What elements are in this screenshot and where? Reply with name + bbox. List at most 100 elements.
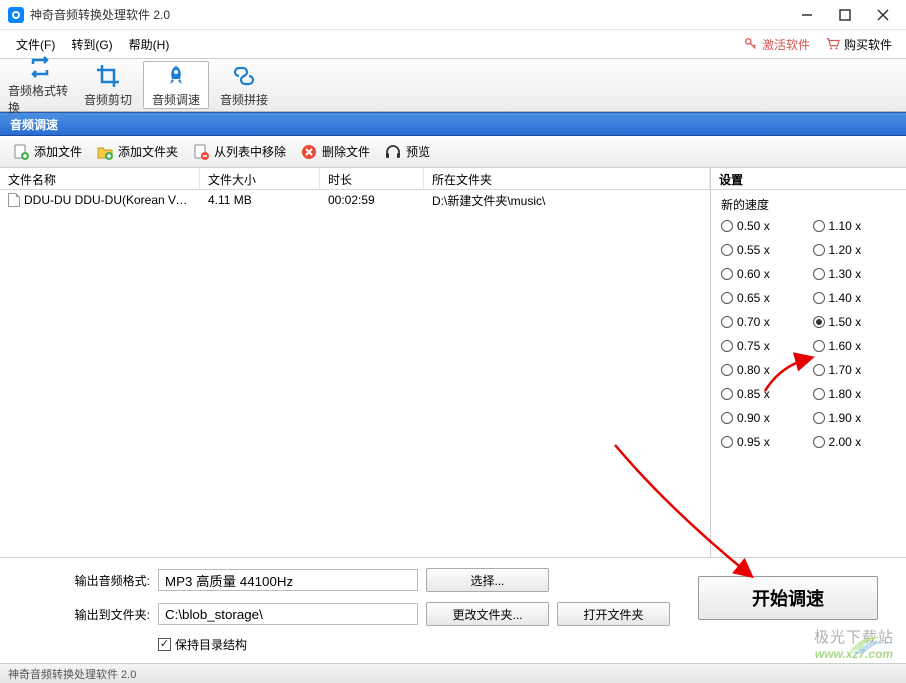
main-area: 文件名称 文件大小 时长 所在文件夹 DDU-DU DDU-DU(Korean … <box>0 168 906 663</box>
speed-value: 0.70 x <box>737 315 770 329</box>
crop-icon <box>95 63 121 89</box>
settings-header: 设置 <box>711 168 906 190</box>
add-folder-button[interactable]: 添加文件夹 <box>90 140 184 164</box>
radio-icon <box>721 244 733 256</box>
radio-icon <box>721 436 733 448</box>
speed-value: 0.80 x <box>737 363 770 377</box>
speed-value: 1.40 x <box>829 291 862 305</box>
speed-grid: 0.50 x 1.10 x 0.55 x 1.20 x 0.60 x 1.30 x 0.65… <box>721 219 896 449</box>
activate-link[interactable]: 激活软件 <box>738 34 816 55</box>
col-header-folder[interactable]: 所在文件夹 <box>424 168 710 189</box>
speed-option[interactable]: 0.80 x <box>721 363 805 377</box>
radio-icon <box>721 412 733 424</box>
speed-value: 0.85 x <box>737 387 770 401</box>
radio-icon <box>813 412 825 424</box>
start-button[interactable]: 开始调速 <box>698 576 878 620</box>
remove-from-list-button[interactable]: 从列表中移除 <box>186 140 292 164</box>
status-bar: 神奇音频转换处理软件 2.0 <box>0 663 906 683</box>
output-folder-input[interactable] <box>158 603 418 625</box>
settings-panel: 设置 新的速度 0.50 x 1.10 x 0.55 x 1.20 x 0.60 x 1.… <box>710 168 906 557</box>
speed-value: 1.50 x <box>829 315 862 329</box>
speed-value: 0.50 x <box>737 219 770 233</box>
window-controls <box>800 8 898 22</box>
speed-option[interactable]: 0.55 x <box>721 243 805 257</box>
add-file-button[interactable]: 添加文件 <box>6 140 88 164</box>
radio-icon <box>813 292 825 304</box>
speed-option[interactable]: 1.50 x <box>813 315 897 329</box>
tool-format-convert[interactable]: 音频格式转换 <box>7 61 73 109</box>
speed-option[interactable]: 0.60 x <box>721 267 805 281</box>
menu-help[interactable]: 帮助(H) <box>121 32 178 57</box>
speed-option[interactable]: 1.80 x <box>813 387 897 401</box>
tool-speed[interactable]: 音频调速 <box>143 61 209 109</box>
tool-trim[interactable]: 音频剪切 <box>75 61 141 109</box>
speed-option[interactable]: 0.65 x <box>721 291 805 305</box>
speed-value: 1.60 x <box>829 339 862 353</box>
speed-option[interactable]: 0.70 x <box>721 315 805 329</box>
speed-option[interactable]: 1.30 x <box>813 267 897 281</box>
speed-option[interactable]: 1.70 x <box>813 363 897 377</box>
radio-icon <box>813 220 825 232</box>
radio-icon <box>813 436 825 448</box>
select-format-button[interactable]: 选择... <box>426 568 549 592</box>
change-folder-button[interactable]: 更改文件夹... <box>426 602 549 626</box>
col-header-size[interactable]: 文件大小 <box>200 168 320 189</box>
remove-icon <box>192 143 210 161</box>
keep-structure-label: 保持目录结构 <box>175 636 247 653</box>
radio-icon <box>721 316 733 328</box>
file-list-headers: 文件名称 文件大小 时长 所在文件夹 <box>0 168 710 190</box>
maximize-button[interactable] <box>838 8 852 22</box>
buy-link[interactable]: 购买软件 <box>820 34 898 55</box>
close-button[interactable] <box>876 8 890 22</box>
minimize-button[interactable] <box>800 8 814 22</box>
radio-icon <box>813 244 825 256</box>
buy-label: 购买软件 <box>844 36 892 53</box>
activate-label: 激活软件 <box>762 36 810 53</box>
file-row[interactable]: DDU-DU DDU-DU(Korean Ver.... 4.11 MB 00:… <box>0 190 710 210</box>
window-title: 神奇音频转换处理软件 2.0 <box>30 6 170 23</box>
speed-option[interactable]: 1.40 x <box>813 291 897 305</box>
status-text: 神奇音频转换处理软件 2.0 <box>8 666 136 682</box>
speed-group-title: 新的速度 <box>721 196 896 213</box>
speed-option[interactable]: 0.90 x <box>721 411 805 425</box>
preview-button[interactable]: 预览 <box>378 140 436 164</box>
open-folder-button[interactable]: 打开文件夹 <box>557 602 670 626</box>
speed-option[interactable]: 1.20 x <box>813 243 897 257</box>
menu-goto[interactable]: 转到(G) <box>63 32 120 57</box>
add-file-label: 添加文件 <box>34 143 82 160</box>
speed-value: 1.20 x <box>829 243 862 257</box>
rocket-icon <box>163 63 189 89</box>
file-list: 文件名称 文件大小 时长 所在文件夹 DDU-DU DDU-DU(Korean … <box>0 168 710 557</box>
delete-label: 删除文件 <box>322 143 370 160</box>
main-toolbar: 音频格式转换 音频剪切 音频调速 音频拼接 <box>0 58 906 112</box>
speed-option[interactable]: 1.10 x <box>813 219 897 233</box>
col-header-name[interactable]: 文件名称 <box>0 168 200 189</box>
speed-value: 0.90 x <box>737 411 770 425</box>
delete-icon <box>300 143 318 161</box>
radio-icon <box>813 316 825 328</box>
speed-value: 0.55 x <box>737 243 770 257</box>
col-header-duration[interactable]: 时长 <box>320 168 424 189</box>
delete-file-button[interactable]: 删除文件 <box>294 140 376 164</box>
file-icon <box>8 193 20 207</box>
speed-option[interactable]: 0.75 x <box>721 339 805 353</box>
add-file-icon <box>12 143 30 161</box>
file-name: DDU-DU DDU-DU(Korean Ver.... <box>24 193 199 207</box>
speed-option[interactable]: 0.50 x <box>721 219 805 233</box>
speed-value: 0.60 x <box>737 267 770 281</box>
menu-file[interactable]: 文件(F) <box>8 32 63 57</box>
speed-option[interactable]: 0.85 x <box>721 387 805 401</box>
speed-option[interactable]: 1.90 x <box>813 411 897 425</box>
speed-option[interactable]: 2.00 x <box>813 435 897 449</box>
speed-value: 1.90 x <box>829 411 862 425</box>
speed-option[interactable]: 1.60 x <box>813 339 897 353</box>
output-format-input[interactable] <box>158 569 418 591</box>
keep-structure-checkbox[interactable] <box>158 638 171 651</box>
tool-join[interactable]: 音频拼接 <box>211 61 277 109</box>
speed-option[interactable]: 0.95 x <box>721 435 805 449</box>
speed-value: 1.30 x <box>829 267 862 281</box>
menu-bar: 文件(F) 转到(G) 帮助(H) 激活软件 购买软件 <box>0 30 906 58</box>
speed-value: 0.65 x <box>737 291 770 305</box>
radio-icon <box>721 268 733 280</box>
radio-icon <box>813 364 825 376</box>
